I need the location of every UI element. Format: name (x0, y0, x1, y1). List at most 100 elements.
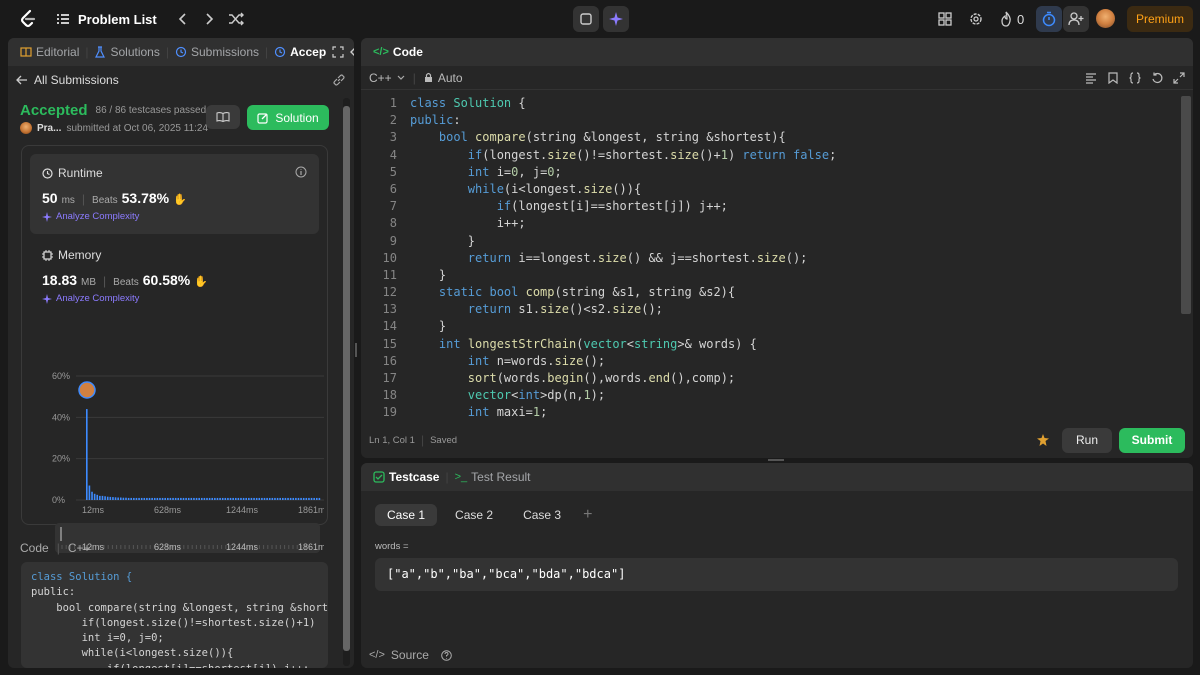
reset-icon[interactable] (1151, 72, 1163, 84)
code-line[interactable]: return s1.size()<s2.size(); (410, 302, 836, 319)
runtime-title: Runtime (58, 166, 103, 180)
memory-analyze-link[interactable]: Analyze Complexity (42, 293, 139, 304)
input-box[interactable]: ["a","b","ba","bca","bda","bdca"] (375, 558, 1178, 591)
chart-bar (148, 497, 151, 500)
memory-title: Memory (58, 248, 102, 262)
bookmark-icon[interactable] (1107, 71, 1119, 84)
help-icon[interactable] (441, 649, 452, 661)
maximize-icon[interactable] (332, 46, 344, 58)
code-line[interactable]: int maxi=1; (410, 405, 836, 422)
tab-submissions[interactable]: Submissions (169, 38, 265, 66)
vertical-splitter[interactable] (355, 343, 357, 357)
lock-icon (424, 72, 432, 82)
code-token: n=words. (496, 353, 555, 368)
code-line[interactable]: class Solution { (410, 96, 836, 113)
code-token: size (583, 181, 613, 196)
code-line[interactable]: int n=words.size(); (410, 354, 836, 371)
code-line[interactable]: if(longest.size()!=shortest.size()+1) re… (410, 147, 837, 165)
expand-icon[interactable] (1173, 71, 1185, 84)
language-select[interactable]: C++ (369, 71, 405, 85)
debug-icon[interactable] (1036, 433, 1050, 447)
timer-button[interactable] (1036, 6, 1062, 32)
tab-test-result[interactable]: >_ Test Result (449, 463, 537, 491)
code-brackets-icon: </> (373, 46, 389, 58)
ai-assist-button[interactable] (603, 6, 629, 32)
tab-testcase[interactable]: Testcase (367, 463, 445, 491)
solution-button[interactable]: Solution (247, 105, 329, 130)
notes-button[interactable] (573, 6, 599, 32)
format-icon[interactable] (1085, 72, 1097, 84)
code-line[interactable]: bool compare(string &longest, string &sh… (410, 130, 836, 147)
run-button[interactable]: Run (1062, 427, 1112, 453)
tab-code[interactable]: </> Code (367, 38, 429, 66)
chevron-right-icon[interactable] (199, 9, 219, 29)
code-line[interactable]: } (410, 268, 836, 285)
back-to-submissions[interactable]: All Submissions (16, 71, 346, 89)
editor-scrollbar[interactable] (1181, 96, 1191, 314)
x-tick-label: 1861ms (298, 505, 324, 515)
auto-mode[interactable]: Auto (424, 71, 463, 85)
premium-button[interactable]: Premium (1127, 6, 1193, 32)
case-1-tab[interactable]: Case 1 (375, 504, 438, 526)
case-3-tab[interactable]: Case 3 (511, 504, 573, 526)
chart-bar (135, 497, 138, 500)
info-icon[interactable] (295, 166, 307, 178)
code-token: } (410, 319, 447, 334)
link-icon[interactable] (332, 73, 346, 87)
runtime-card[interactable]: Runtime 50 ms | Beats 53.78% ✋ Analyze C… (30, 154, 319, 234)
runtime-distribution-chart[interactable]: 60% 40% 20% 0% 12ms 628ms 1244ms 1861ms (24, 368, 324, 518)
leetcode-logo-icon[interactable] (14, 5, 42, 33)
case-2-tab[interactable]: Case 2 (443, 504, 505, 526)
collapse-chevron-icon[interactable] (350, 46, 354, 58)
code-line[interactable]: i++; (410, 216, 836, 233)
runtime-beats-label: Beats (92, 195, 118, 206)
code-line[interactable]: int longestStrChain(vector<string>& word… (410, 337, 836, 354)
code-line[interactable]: public: (410, 113, 836, 130)
streak-counter[interactable]: 0 (999, 11, 1024, 27)
editorial-button[interactable] (206, 105, 240, 129)
code-line[interactable]: } (410, 234, 836, 251)
chevron-left-icon[interactable] (173, 9, 193, 29)
add-friend-button[interactable] (1063, 6, 1089, 32)
code-token: size (554, 353, 584, 368)
code-line[interactable]: } (410, 319, 836, 336)
tab-accepted[interactable]: Accep (268, 38, 332, 66)
code-editor[interactable]: 1 2 3 4 5 6 7 8 9 10 11 12 13 14 15 16 17 18 19 class Solu… (361, 96, 1181, 422)
gear-icon[interactable] (968, 11, 984, 27)
code-line[interactable]: while(i<longest.size()){ (410, 182, 836, 199)
tab-editorial[interactable]: Editorial (14, 38, 85, 66)
tab-solutions[interactable]: Solutions (88, 38, 165, 66)
chart-bar (172, 497, 174, 500)
submit-button[interactable]: Submit (1119, 427, 1185, 453)
avatar[interactable] (1096, 9, 1115, 28)
input-value: ["a","b","ba","bca","bda","bdca"] (387, 567, 626, 581)
add-case-icon[interactable]: + (583, 506, 592, 524)
code-line[interactable]: if(longest[i]==shortest[j]) j++; (410, 199, 836, 216)
code-line[interactable]: return i==longest.size() && j==shortest.… (410, 251, 836, 268)
braces-icon[interactable] (1129, 71, 1141, 84)
code-line[interactable]: static bool comp(string &s1, string &s2)… (410, 285, 836, 302)
book-icon (20, 47, 32, 57)
testcase-label: Testcase (389, 470, 440, 484)
shuffle-icon[interactable] (225, 9, 247, 29)
scrollbar-thumb[interactable] (343, 106, 350, 651)
premium-label: Premium (1135, 12, 1184, 26)
source-link[interactable]: </> Source (369, 648, 452, 662)
code-line[interactable]: int i=0, j=0; (410, 165, 836, 182)
code-token: end (648, 371, 671, 385)
runtime-beats: 53.78% (121, 190, 170, 206)
user-name[interactable]: Pra... (37, 123, 61, 134)
memory-card[interactable]: Memory 18.83 MB | Beats 60.58% ✋ Analyze… (30, 242, 319, 312)
clap-icon: ✋ (194, 276, 208, 288)
code-token: ()!=shortest. (576, 147, 671, 162)
layout-grid-icon[interactable] (937, 11, 953, 27)
user-avatar[interactable] (20, 122, 32, 134)
scrollbar[interactable] (343, 98, 350, 666)
code-line[interactable]: sort(words.begin(),words.end(),comp); (410, 371, 836, 388)
runtime-analyze-link[interactable]: Analyze Complexity (42, 211, 139, 222)
problem-list-link[interactable]: Problem List (56, 12, 157, 27)
horizontal-splitter[interactable] (768, 459, 784, 461)
line-number: 19 (382, 405, 397, 420)
code-line[interactable]: vector<int>dp(n,1); (410, 388, 836, 405)
code-token: size (612, 302, 642, 317)
